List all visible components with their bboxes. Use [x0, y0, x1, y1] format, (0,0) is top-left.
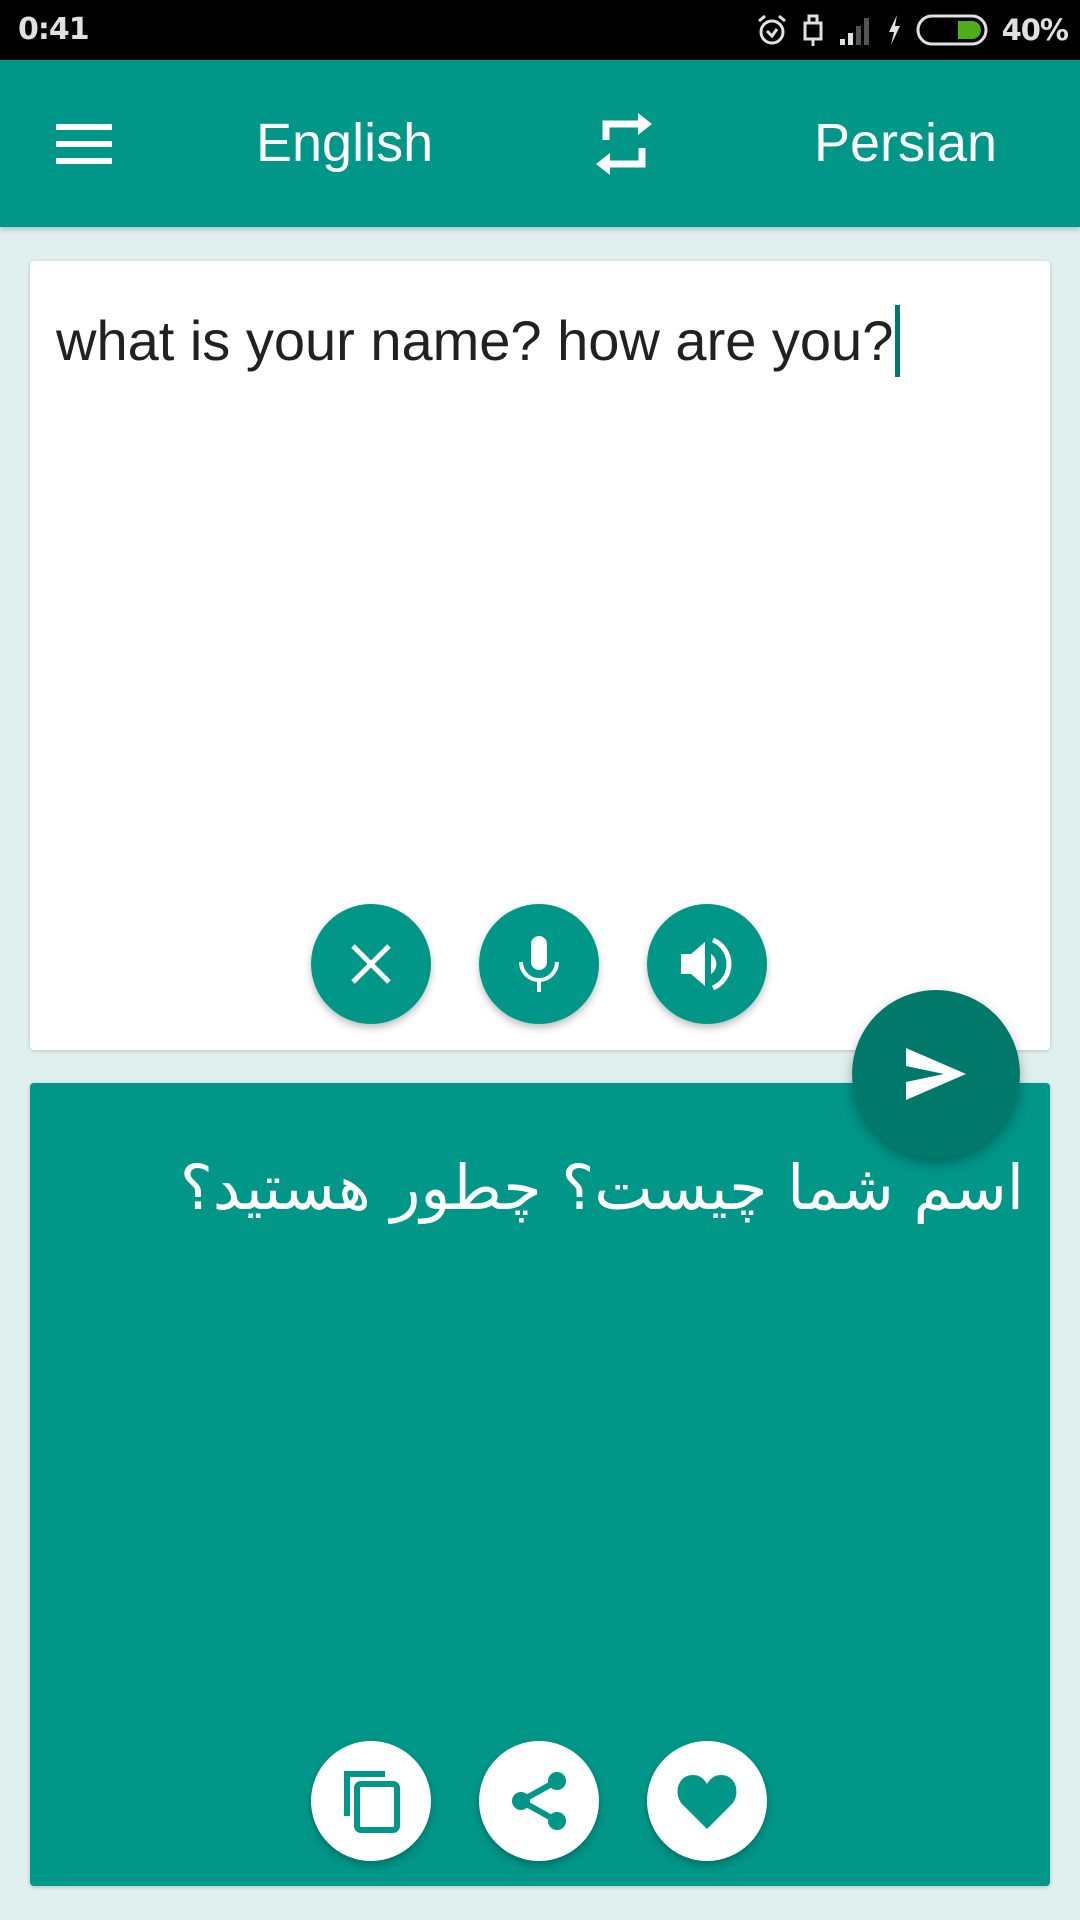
speak-button[interactable]: [647, 904, 767, 1024]
swap-languages-button[interactable]: [584, 104, 664, 184]
clear-button[interactable]: [311, 904, 431, 1024]
output-card: اسم شما چیست؟ چطور هستید؟: [30, 1083, 1050, 1886]
share-icon: [512, 1772, 566, 1830]
status-time: 0:41: [18, 12, 90, 47]
status-bar: 0:41 40%: [0, 0, 1080, 60]
close-icon: [351, 944, 391, 984]
status-icons: 40%: [756, 10, 1069, 50]
battery-icon: [916, 14, 988, 46]
speaker-icon: [681, 937, 732, 991]
battery-percentage: 40%: [1001, 13, 1069, 47]
translated-text: اسم شما چیست؟ چطور هستید؟: [179, 1151, 1024, 1224]
heart-icon: [677, 1775, 737, 1829]
alarm-icon: [757, 14, 786, 45]
send-icon: [906, 1048, 966, 1100]
signal-icon: [839, 18, 869, 45]
source-text-input[interactable]: what is your name? how are you?: [56, 301, 1016, 381]
copy-icon: [344, 1771, 400, 1833]
usb-icon: [803, 14, 823, 46]
share-button[interactable]: [479, 1741, 599, 1861]
translate-button[interactable]: [852, 990, 1020, 1158]
source-language-selector[interactable]: English: [256, 110, 433, 176]
copy-button[interactable]: [311, 1741, 431, 1861]
microphone-icon: [519, 936, 559, 992]
swap-icon: [596, 113, 652, 175]
charging-icon: [888, 15, 900, 45]
text-caret: [895, 305, 901, 378]
favorite-button[interactable]: [647, 1741, 767, 1861]
microphone-button[interactable]: [479, 904, 599, 1024]
input-card: what is your name? how are you?: [30, 261, 1050, 1050]
target-language-selector[interactable]: Persian: [814, 110, 997, 176]
menu-button[interactable]: [40, 100, 128, 188]
source-text: what is your name? how are you?: [56, 309, 894, 372]
app-bar: English Persian: [0, 60, 1080, 227]
